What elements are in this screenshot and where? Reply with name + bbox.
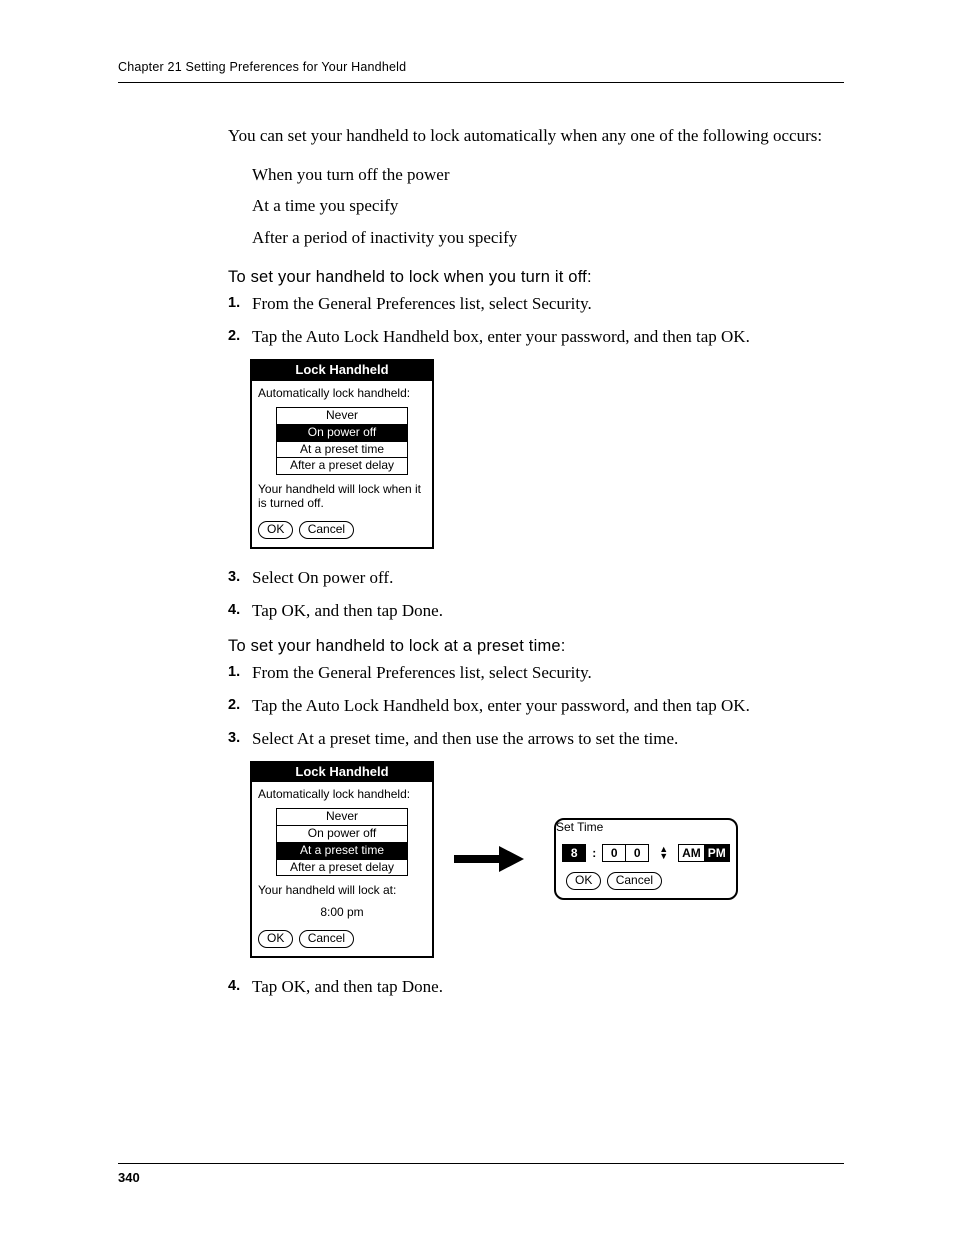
step-text: Tap the Auto Lock Handheld box, enter yo… — [252, 326, 750, 349]
lock-at-time: 8:00 pm — [258, 906, 426, 920]
intro-paragraph: You can set your handheld to lock automa… — [228, 125, 828, 148]
running-header: Chapter 21 Setting Preferences for Your … — [118, 60, 844, 83]
cancel-button[interactable]: Cancel — [299, 521, 354, 539]
spinner-down-icon[interactable]: ▼ — [659, 853, 668, 860]
dialog-title: Lock Handheld — [252, 763, 432, 783]
hour-field[interactable]: 8 — [562, 844, 586, 862]
bullet-item: At a time you specify — [252, 193, 828, 219]
option-never[interactable]: Never — [277, 408, 407, 424]
step-number: 4. — [228, 976, 252, 999]
minute-tens-field[interactable]: 0 — [602, 844, 626, 862]
option-on-power-off[interactable]: On power off — [277, 424, 407, 441]
dialog-prompt: Automatically lock handheld: — [258, 387, 426, 401]
section-b-title: To set your handheld to lock at a preset… — [228, 637, 828, 656]
option-never[interactable]: Never — [277, 809, 407, 825]
dialog-note: Your handheld will lock at: — [258, 884, 426, 898]
pm-toggle[interactable]: PM — [705, 844, 730, 862]
step-text: Select At a preset time, and then use th… — [252, 728, 678, 751]
option-on-power-off[interactable]: On power off — [277, 825, 407, 842]
am-toggle[interactable]: AM — [678, 844, 705, 862]
option-preset-delay[interactable]: After a preset delay — [277, 457, 407, 474]
arrow-right-icon — [444, 846, 534, 872]
page-footer: 340 — [118, 1163, 844, 1185]
lock-handheld-dialog-1: Lock Handheld Automatically lock handhel… — [250, 359, 434, 549]
minute-ones-field[interactable]: 0 — [626, 844, 649, 862]
dialog-title: Lock Handheld — [252, 361, 432, 381]
cancel-button[interactable]: Cancel — [299, 930, 354, 948]
step-number: 3. — [228, 567, 252, 590]
step-text: Tap OK, and then tap Done. — [252, 976, 443, 999]
step-text: Tap OK, and then tap Done. — [252, 600, 443, 623]
ok-button[interactable]: OK — [258, 521, 293, 539]
bullet-item: When you turn off the power — [252, 162, 828, 188]
option-preset-time[interactable]: At a preset time — [277, 842, 407, 859]
option-preset-delay[interactable]: After a preset delay — [277, 859, 407, 876]
section-a-title: To set your handheld to lock when you tu… — [228, 268, 828, 287]
step-number: 1. — [228, 662, 252, 685]
bullet-item: After a period of inactivity you specify — [252, 225, 828, 251]
set-time-dialog: Set Time 8 : 0 0 ▲ ▼ — [554, 818, 738, 900]
step-number: 1. — [228, 293, 252, 316]
page-number: 340 — [118, 1170, 140, 1185]
step-number: 2. — [228, 695, 252, 718]
step-text: Tap the Auto Lock Handheld box, enter yo… — [252, 695, 750, 718]
dialog-note: Your handheld will lock when it is turne… — [258, 483, 426, 511]
auto-lock-option-list[interactable]: Never On power off At a preset time Afte… — [276, 808, 408, 876]
step-text: From the General Preferences list, selec… — [252, 662, 592, 685]
time-spinner[interactable]: ▲ ▼ — [659, 846, 668, 860]
time-colon: : — [590, 846, 598, 860]
ok-button[interactable]: OK — [566, 872, 601, 890]
dialog-prompt: Automatically lock handheld: — [258, 788, 426, 802]
lock-handheld-dialog-2: Lock Handheld Automatically lock handhel… — [250, 761, 434, 959]
auto-lock-option-list[interactable]: Never On power off At a preset time Afte… — [276, 407, 408, 475]
ok-button[interactable]: OK — [258, 930, 293, 948]
step-number: 4. — [228, 600, 252, 623]
step-text: Select On power off. — [252, 567, 393, 590]
cancel-button[interactable]: Cancel — [607, 872, 662, 890]
dialog-title: Set Time — [556, 820, 736, 834]
step-number: 2. — [228, 326, 252, 349]
intro-bullets: When you turn off the power At a time yo… — [228, 162, 828, 251]
step-text: From the General Preferences list, selec… — [252, 293, 592, 316]
option-preset-time[interactable]: At a preset time — [277, 441, 407, 458]
step-number: 3. — [228, 728, 252, 751]
